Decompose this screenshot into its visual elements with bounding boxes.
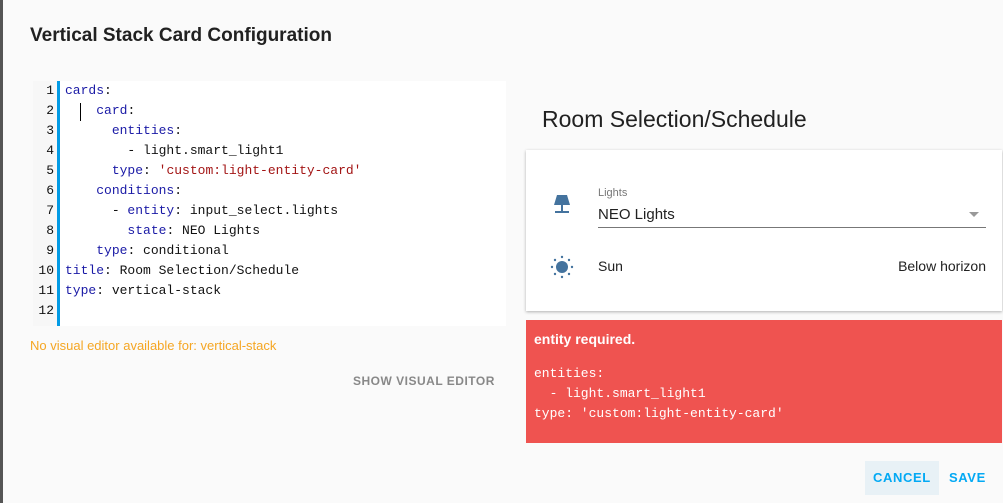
code-line[interactable]: - light.smart_light1 xyxy=(65,141,361,161)
code-line[interactable]: type: vertical-stack xyxy=(65,281,361,301)
line-number: 12 xyxy=(38,303,54,318)
code-line[interactable]: entities: xyxy=(65,121,361,141)
error-card: entity required. entities: - light.smart… xyxy=(526,320,1002,443)
dialog-title: Vertical Stack Card Configuration xyxy=(30,25,332,46)
line-number: 7 xyxy=(46,203,54,218)
yaml-key: state xyxy=(127,223,167,238)
yaml-key: type xyxy=(65,283,97,298)
dropdown-arrow-icon[interactable] xyxy=(969,212,979,217)
code-line[interactable]: card: xyxy=(65,101,361,121)
line-number: 9 xyxy=(46,243,54,258)
yaml-value: : vertical-stack xyxy=(96,283,222,298)
code-line[interactable]: type: conditional xyxy=(65,241,361,261)
yaml-key: type xyxy=(96,243,128,258)
line-number: 1 xyxy=(46,83,54,98)
yaml-string: 'custom:light-entity-card' xyxy=(158,163,362,178)
preview-title: Room Selection/Schedule xyxy=(542,106,807,132)
sun-entity-name[interactable]: Sun xyxy=(598,258,623,274)
yaml-value: : xyxy=(104,83,112,98)
code-line[interactable]: title: Room Selection/Schedule xyxy=(65,261,361,281)
yaml-key: conditions xyxy=(96,183,175,198)
line-number: 11 xyxy=(38,283,54,298)
line-number: 8 xyxy=(46,223,54,238)
yaml-value: - xyxy=(111,203,128,218)
lamp-icon xyxy=(554,195,570,213)
yaml-value: : xyxy=(174,183,183,198)
yaml-value: : NEO Lights xyxy=(166,223,261,238)
line-number-gutter: 1 2 3 4 5 6 7 8 9 10 11 12 xyxy=(33,81,60,326)
yaml-key: type xyxy=(111,163,144,178)
yaml-value: : input_select.lights xyxy=(174,203,339,218)
cancel-button[interactable]: CANCEL xyxy=(865,461,939,495)
code-content[interactable]: cards: card: entities: - light.smart_lig… xyxy=(65,81,361,321)
code-line[interactable] xyxy=(65,301,361,321)
save-button[interactable]: SAVE xyxy=(941,461,994,495)
code-line[interactable]: - entity: input_select.lights xyxy=(65,201,361,221)
line-number: 6 xyxy=(46,183,54,198)
yaml-code-editor[interactable]: 1 2 3 4 5 6 7 8 9 10 11 12 cards: card: entities: -… xyxy=(33,81,506,326)
sun-entity-state: Below horizon xyxy=(898,258,986,274)
line-number: 3 xyxy=(46,123,54,138)
sun-icon xyxy=(550,255,574,279)
yaml-value: : xyxy=(127,103,136,118)
line-number: 5 xyxy=(46,163,54,178)
yaml-key: entity xyxy=(127,203,175,218)
yaml-value: : Room Selection/Schedule xyxy=(104,263,300,278)
yaml-key: cards xyxy=(65,83,105,98)
select-underline xyxy=(598,227,986,228)
yaml-value: : conditional xyxy=(127,243,229,258)
yaml-value: - light.smart_light1 xyxy=(127,143,284,158)
code-line[interactable]: state: NEO Lights xyxy=(65,221,361,241)
no-visual-editor-message: No visual editor available for: vertical… xyxy=(30,338,277,353)
yaml-key: entities xyxy=(111,123,175,138)
line-number: 2 xyxy=(46,103,54,118)
yaml-value: : xyxy=(143,163,159,178)
line-number: 4 xyxy=(46,143,54,158)
lights-select[interactable]: NEO Lights xyxy=(598,206,675,223)
line-number: 10 xyxy=(38,263,54,278)
yaml-value: : xyxy=(174,123,183,138)
yaml-key: title xyxy=(65,263,105,278)
show-visual-editor-button[interactable]: SHOW VISUAL EDITOR xyxy=(353,374,495,388)
yaml-key: card xyxy=(96,103,128,118)
code-line[interactable]: cards: xyxy=(65,81,361,101)
error-title: entity required. xyxy=(534,331,636,347)
entities-card-preview: Lights NEO Lights Sun Below horizon xyxy=(526,150,1002,311)
select-label: Lights xyxy=(598,187,628,199)
code-line[interactable]: type: 'custom:light-entity-card' xyxy=(65,161,362,181)
code-line[interactable]: conditions: xyxy=(65,181,361,201)
error-config-code: entities: - light.smart_light1 type: 'cu… xyxy=(534,366,784,421)
